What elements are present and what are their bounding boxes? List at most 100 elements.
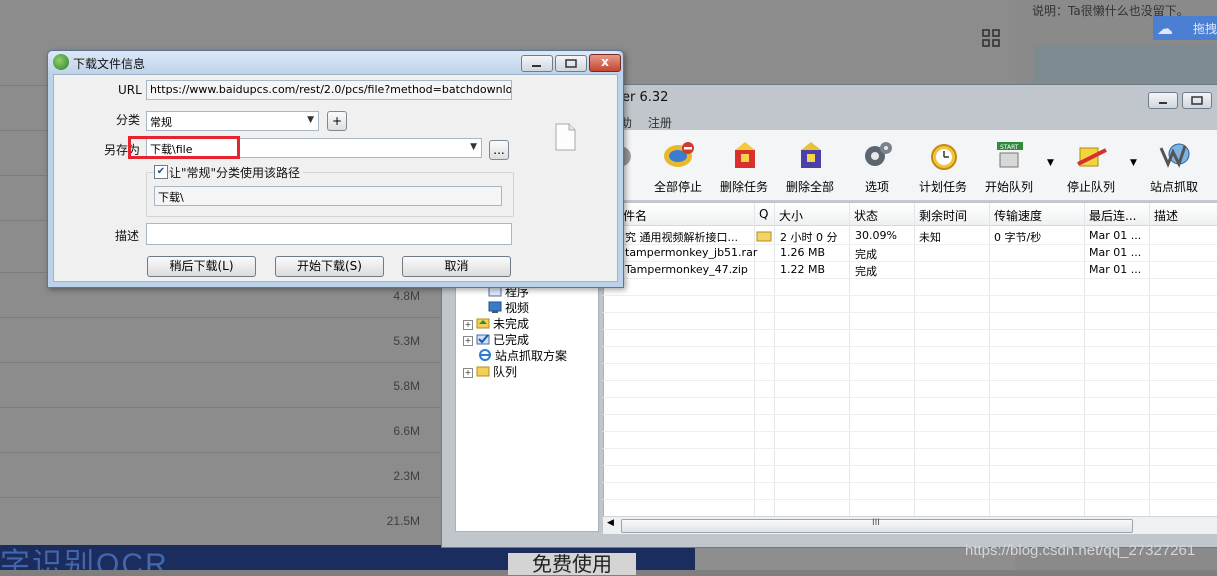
dialog-minimize-button[interactable] (521, 55, 553, 72)
download-later-button[interactable]: 稍后下载(L) (147, 256, 256, 277)
col-last-try[interactable]: 最后连... (1089, 207, 1136, 224)
maximize-button[interactable] (1182, 92, 1212, 109)
row-divider (603, 329, 1217, 330)
start-queue-dropdown-icon[interactable]: ▼ (1047, 158, 1054, 168)
col-speed[interactable]: 传输速度 (994, 207, 1042, 224)
category-value: 常规 (150, 116, 172, 129)
file-size: 6.6M (393, 424, 420, 438)
expand-icon[interactable]: + (463, 336, 473, 346)
grid-view-icon[interactable] (982, 29, 1000, 47)
description-label: 描述 (115, 229, 140, 243)
table-row[interactable]: Tampermonkey_47.zip 1.22 MB 完成 Mar 01 ..… (603, 262, 1217, 278)
file-size: 5.8M (393, 379, 420, 393)
chevron-down-icon: ▼ (307, 115, 314, 125)
col-filename[interactable]: 件名 (623, 207, 647, 224)
toolbar-stop-all[interactable]: 全部停止 (645, 130, 711, 200)
add-category-button[interactable]: + (327, 111, 347, 131)
cloud-icon: ☁ (1157, 19, 1173, 38)
tree-item-video[interactable]: 视频 (488, 299, 529, 316)
idm-window-title: er 6.32 (622, 90, 669, 105)
idm-logo-icon (53, 54, 69, 70)
col-size[interactable]: 大小 (779, 207, 803, 224)
dialog-close-button[interactable]: x (589, 54, 621, 72)
unfinished-folder-icon (476, 318, 490, 329)
tree-item-finished[interactable]: + 已完成 (463, 331, 529, 348)
expand-icon[interactable]: + (463, 320, 473, 330)
row-divider (603, 465, 1217, 466)
chevron-down-icon: ▼ (470, 142, 477, 152)
start-download-button[interactable]: 开始下载(S) (275, 256, 384, 277)
file-size: 5.3M (393, 334, 420, 348)
cell-filename: tampermonkey_jb51.rar (625, 246, 758, 259)
row-divider (603, 397, 1217, 398)
options-gear-icon (865, 142, 892, 166)
highlight-box (128, 136, 240, 159)
cancel-button[interactable]: 取消 (402, 256, 511, 277)
scheduler-clock-icon (931, 144, 957, 170)
tree-item-unfinished[interactable]: + 未完成 (463, 315, 529, 332)
idm-menubar: 助 注册 (620, 114, 684, 131)
row-divider (603, 448, 1217, 449)
scroll-left-icon[interactable]: ◀ (607, 518, 614, 528)
use-path-checkbox-label[interactable]: 让"常规"分类使用该路径 (169, 164, 304, 181)
dialog-maximize-button[interactable] (555, 55, 587, 72)
thumbnail-image (1033, 45, 1217, 85)
toolbar-site-grabber[interactable]: 站点抓取 (1141, 130, 1207, 200)
row-divider (603, 278, 1217, 279)
close-icon: x (601, 55, 609, 69)
idm-toolbar: ● 止 全部停止 删除任务 删除全部 选项 (603, 130, 1217, 201)
col-remaining[interactable]: 剩余时间 (919, 207, 967, 224)
cell-size: 1.26 MB (780, 246, 826, 259)
stop-queue-icon (1077, 147, 1107, 167)
horizontal-scrollbar[interactable]: ◀ III (603, 516, 1217, 534)
minimize-icon (532, 65, 541, 67)
row-divider (603, 312, 1217, 313)
cell-last-try: Mar 01 ... (1089, 246, 1142, 259)
queue-folder-icon (756, 231, 772, 242)
category-select[interactable]: 常规 ▼ (146, 111, 319, 131)
toolbar-start-queue[interactable]: START 开始队列 (976, 130, 1042, 200)
tree-item-site-grabber[interactable]: 站点抓取方案 (478, 347, 567, 364)
expand-icon[interactable]: + (463, 368, 473, 378)
row-divider (603, 499, 1217, 500)
list-divider (0, 497, 440, 498)
cell-size: 1.22 MB (780, 263, 826, 276)
delete-all-icon (801, 142, 821, 168)
table-row[interactable]: 究 通用视频解析接口... 2 小时 0 分 30.09% 未知 0 字节/秒 … (603, 228, 1217, 244)
toolbar-delete-all[interactable]: 删除全部 (777, 130, 843, 200)
drag-upload-button[interactable]: ☁ 拖拽 (1153, 16, 1217, 40)
tree-item-queue[interactable]: + 队列 (463, 363, 517, 380)
cell-filename: 究 通用视频解析接口... (625, 231, 738, 244)
toolbar-delete-task[interactable]: 删除任务 (711, 130, 777, 200)
list-divider (0, 317, 440, 318)
ie-icon (479, 349, 491, 361)
table-row[interactable]: tampermonkey_jb51.rar 1.26 MB 完成 Mar 01 … (603, 245, 1217, 261)
toolbar-options[interactable]: 选项 (844, 130, 910, 200)
minimize-button[interactable] (1148, 92, 1178, 109)
col-queue[interactable]: Q (759, 207, 768, 221)
cell-last-try: Mar 01 ... (1089, 263, 1142, 276)
list-divider (0, 362, 440, 363)
col-status[interactable]: 状态 (854, 207, 878, 224)
finished-folder-icon (476, 334, 490, 345)
col-description[interactable]: 描述 (1154, 207, 1178, 224)
url-field[interactable]: https://www.baidupcs.com/rest/2.0/pcs/fi… (146, 80, 512, 100)
row-divider (603, 431, 1217, 432)
cell-filename: Tampermonkey_47.zip (625, 263, 748, 276)
download-list-header: 件名 Q 大小 状态 剩余时间 传输速度 最后连... 描述 (603, 203, 1217, 226)
free-use-button[interactable]: 免费使用 (508, 553, 636, 575)
description-field[interactable] (146, 223, 512, 245)
menu-register[interactable]: 注册 (648, 116, 672, 130)
toolbar-stop-queue[interactable]: 停止队列 (1058, 130, 1124, 200)
scrollbar-thumb[interactable]: III (621, 518, 1133, 533)
browse-button[interactable]: ... (489, 140, 509, 160)
file-size: 4.8M (393, 289, 420, 303)
minimize-icon (1159, 102, 1167, 104)
stop-queue-dropdown-icon[interactable]: ▼ (1130, 158, 1137, 168)
cell-status: 完成 (855, 248, 877, 261)
toolbar-scheduler[interactable]: 计划任务 (910, 130, 976, 200)
use-path-checkbox[interactable]: ✔ (154, 165, 168, 179)
list-divider (0, 407, 440, 408)
category-label: 分类 (116, 113, 141, 127)
row-divider (603, 482, 1217, 483)
